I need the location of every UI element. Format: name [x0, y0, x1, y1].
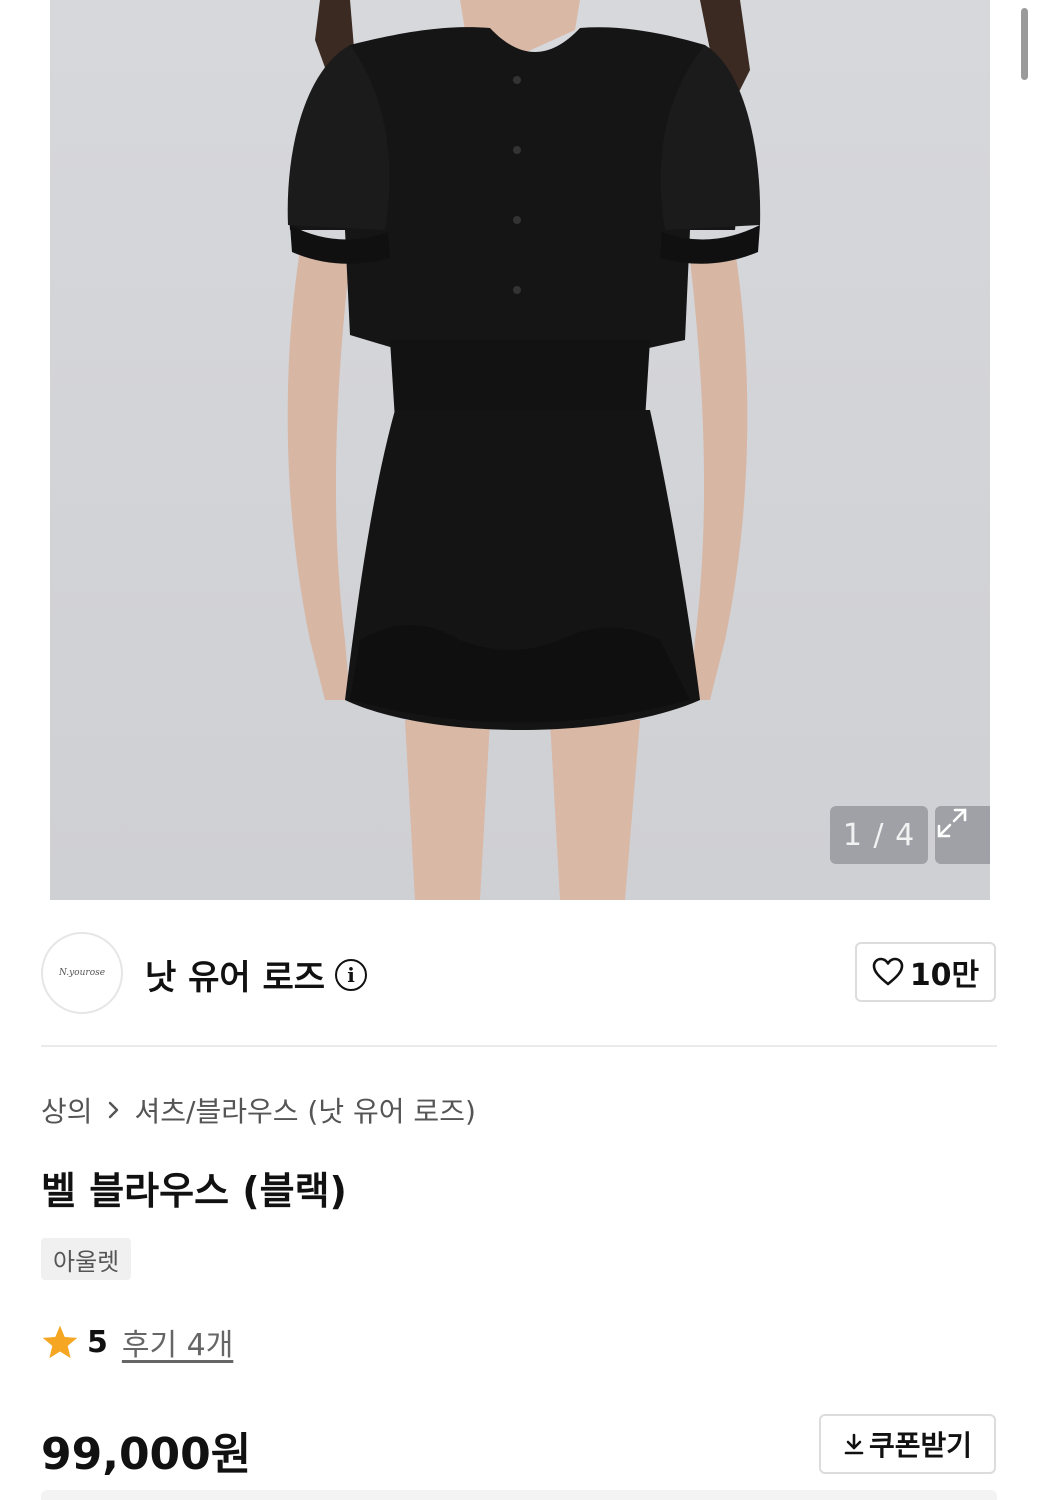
chevron-right-icon — [108, 1101, 118, 1119]
brand-name: 낫 유어 로즈 — [145, 958, 326, 998]
brand-logo-text: N.yourose — [58, 968, 106, 978]
outlet-badge: 아울렛 — [41, 1238, 132, 1280]
divider — [41, 1045, 997, 1047]
rating-value: 5 — [87, 1324, 108, 1360]
breadcrumb-category[interactable]: 상의 — [41, 1090, 93, 1130]
product-gallery[interactable]: 1 / 4 — [0, 0, 1038, 900]
rating-row: 5 후기 4개 — [41, 1320, 233, 1364]
coupon-label: 쿠폰받기 — [868, 1429, 973, 1462]
heart-outline-icon — [872, 957, 904, 986]
expand-image-button[interactable] — [935, 806, 990, 864]
price: 99,000원 — [41, 1429, 252, 1480]
expand-arrows-icon — [937, 808, 967, 838]
brand-row: N.yourose 낫 유어 로즈 i 10만 — [0, 900, 1038, 1046]
scrollbar[interactable] — [1021, 8, 1028, 80]
coupon-button[interactable]: 쿠폰받기 — [819, 1414, 996, 1474]
brand-logo[interactable]: N.yourose — [41, 932, 123, 1014]
bottom-panel-edge — [41, 1490, 997, 1500]
product-photo[interactable]: 1 / 4 — [50, 0, 990, 900]
download-icon — [844, 1433, 864, 1455]
info-icon[interactable]: i — [335, 958, 368, 991]
image-page-indicator: 1 / 4 — [830, 806, 928, 864]
product-title: 벨 블라우스 (블랙) — [41, 1169, 347, 1213]
reviews-link[interactable]: 후기 4개 — [122, 1320, 233, 1364]
brand-name-link[interactable]: 낫 유어 로즈 i — [145, 950, 368, 999]
breadcrumb: 상의 셔츠/블라우스 (낫 유어 로즈) — [41, 1090, 476, 1130]
breadcrumb-subcategory[interactable]: 셔츠/블라우스 (낫 유어 로즈) — [135, 1090, 476, 1130]
star-icon — [42, 1325, 78, 1359]
model-illustration — [287, 0, 761, 900]
like-button[interactable]: 10만 — [855, 942, 996, 1002]
like-count: 10만 — [909, 958, 980, 993]
